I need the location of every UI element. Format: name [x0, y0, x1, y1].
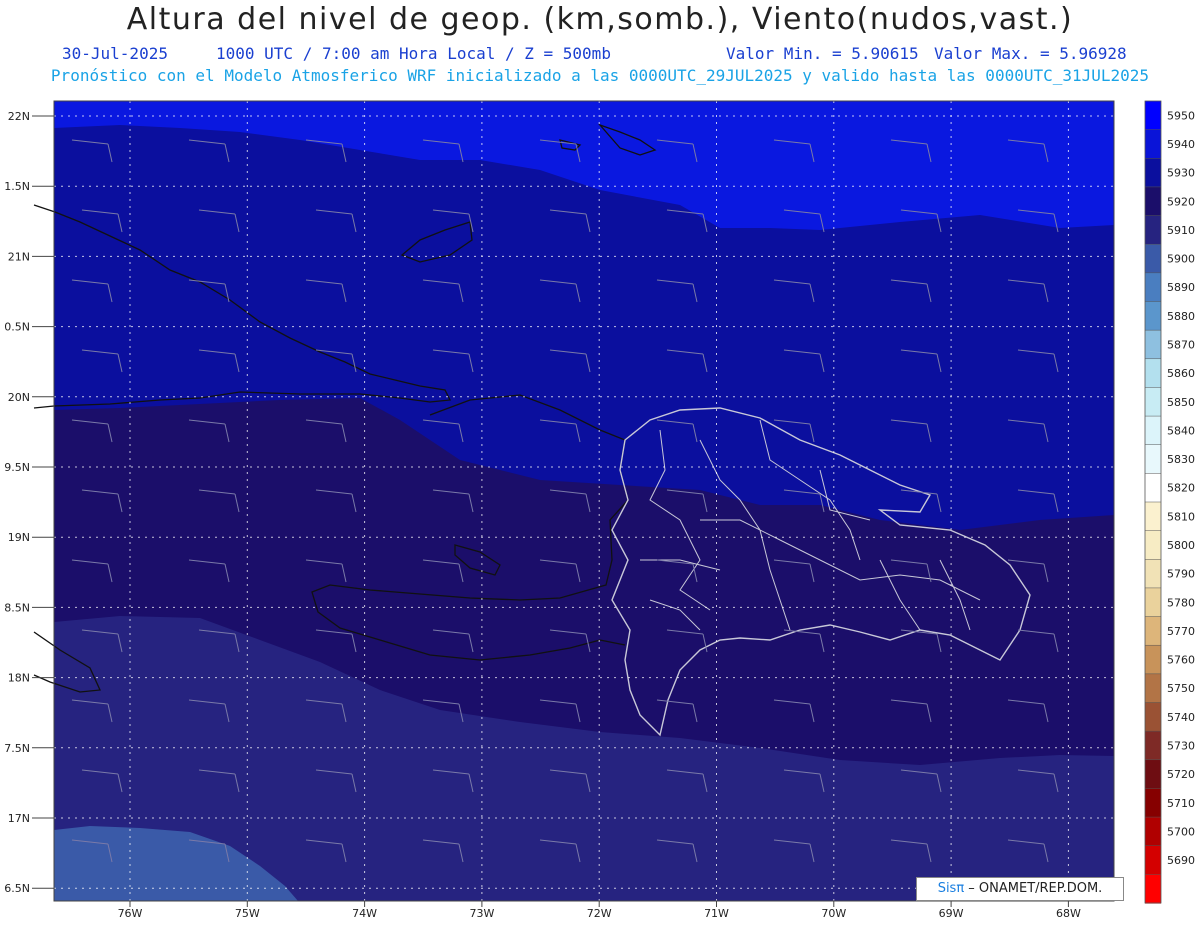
colorbar-swatch	[1145, 301, 1161, 331]
colorbar-label: 5810	[1167, 510, 1195, 523]
colorbar-swatch	[1145, 874, 1161, 904]
colorbar-swatch	[1145, 330, 1161, 360]
colorbar-label: 5780	[1167, 596, 1195, 609]
lon-label: 69W	[939, 907, 964, 920]
longitude-labels: 76W 75W 74W 73W 72W 71W 70W 69W 68W	[118, 901, 1081, 920]
lon-label: 73W	[469, 907, 494, 920]
colorbar-swatch	[1145, 129, 1161, 159]
time-label: 1000 UTC / 7:00 am Hora Local / Z = 500m…	[216, 44, 611, 63]
colorbar-label: 5700	[1167, 825, 1195, 838]
colorbar-label: 5910	[1167, 224, 1195, 237]
colorbar-label: 5860	[1167, 367, 1195, 380]
lon-label: 72W	[587, 907, 612, 920]
colorbar-swatch	[1145, 817, 1161, 847]
colorbar-swatch	[1145, 101, 1161, 131]
colorbar-swatch	[1145, 416, 1161, 446]
colorbar-label: 5760	[1167, 654, 1195, 667]
lon-label: 68W	[1056, 907, 1081, 920]
colorbar-label: 5770	[1167, 625, 1195, 638]
colorbar-swatch	[1145, 845, 1161, 875]
lat-label: 22N	[8, 110, 30, 123]
colorbar-label: 5840	[1167, 424, 1195, 437]
lat-label: 20N	[8, 391, 30, 404]
colorbar-swatch	[1145, 473, 1161, 503]
lat-label: 19N	[8, 531, 30, 544]
colorbar-label: 5740	[1167, 711, 1195, 724]
date-label: 30-Jul-2025	[62, 44, 168, 63]
colorbar-label: 5930	[1167, 167, 1195, 180]
credit-org: – ONAMET/REP.DOM.	[964, 881, 1103, 896]
chart-title: Altura del nivel de geop. (km,somb.), Vi…	[126, 2, 1074, 37]
lat-label: 0.5N	[4, 321, 30, 334]
colorbar: 5950 5940 5930 5920 5910 5900 5890 5880 5870 5860…	[1144, 100, 1195, 904]
colorbar-swatch	[1145, 788, 1161, 818]
colorbar-label: 5690	[1167, 854, 1195, 867]
lat-label: 7.5N	[4, 742, 30, 755]
colorbar-label: 5720	[1167, 768, 1195, 781]
lon-label: 74W	[352, 907, 377, 920]
lon-label: 76W	[118, 907, 143, 920]
colorbar-swatch	[1145, 186, 1161, 217]
colorbar-label: 5890	[1167, 281, 1195, 294]
colorbar-label: 5900	[1167, 253, 1195, 266]
min-value: Valor Min. = 5.90615	[726, 44, 919, 63]
colorbar-swatch	[1145, 759, 1161, 790]
colorbar-label: 5800	[1167, 539, 1195, 552]
colorbar-label: 5940	[1167, 138, 1195, 151]
colorbar-swatch	[1145, 731, 1161, 761]
colorbar-label: 5920	[1167, 195, 1195, 208]
colorbar-swatch	[1145, 645, 1161, 675]
credit-brand: Sisπ	[937, 881, 965, 896]
lat-label: 21N	[8, 250, 30, 263]
lat-label: 17N	[8, 812, 30, 825]
colorbar-label: 5710	[1167, 797, 1195, 810]
colorbar-label: 5750	[1167, 682, 1195, 695]
colorbar-swatch	[1145, 272, 1161, 303]
credit-badge: Sisπ – ONAMET/REP.DOM.	[916, 877, 1124, 901]
colorbar-swatch	[1145, 444, 1161, 474]
colorbar-label: 5830	[1167, 453, 1195, 466]
lat-label: 18N	[8, 672, 30, 685]
colorbar-swatch	[1145, 673, 1161, 704]
lat-label: 8.5N	[4, 601, 30, 614]
latitude-labels: 22N 1.5N 21N 0.5N 20N 9.5N 19N 8.5N 18N 7.5N 17N 6.…	[4, 110, 54, 895]
max-value: Valor Max. = 5.96928	[934, 44, 1127, 63]
colorbar-label: 5950	[1167, 109, 1195, 122]
colorbar-swatch	[1145, 616, 1161, 646]
colorbar-swatch	[1145, 244, 1161, 274]
map-plot: 22N 1.5N 21N 0.5N 20N 9.5N 19N 8.5N 18N 7.5N 17N 6.…	[4, 100, 1195, 920]
colorbar-label: 5880	[1167, 310, 1195, 323]
lon-label: 70W	[821, 907, 846, 920]
colorbar-label: 5730	[1167, 739, 1195, 752]
lat-label: 1.5N	[4, 180, 30, 193]
colorbar-swatch	[1145, 387, 1161, 417]
lon-label: 75W	[235, 907, 260, 920]
colorbar-swatch	[1145, 587, 1161, 618]
lon-label: 71W	[704, 907, 729, 920]
lat-label: 6.5N	[4, 882, 30, 895]
colorbar-swatch	[1145, 559, 1161, 589]
colorbar-label: 5850	[1167, 396, 1195, 409]
colorbar-swatch	[1145, 502, 1161, 532]
colorbar-swatch	[1145, 530, 1161, 560]
colorbar-swatch	[1145, 158, 1161, 188]
colorbar-label: 5870	[1167, 338, 1195, 351]
colorbar-label: 5820	[1167, 482, 1195, 495]
colorbar-label: 5790	[1167, 568, 1195, 581]
model-info-line: Pronóstico con el Modelo Atmosferico WRF…	[50, 66, 1150, 85]
lat-label: 9.5N	[4, 461, 30, 474]
colorbar-swatch	[1145, 358, 1161, 389]
colorbar-swatch	[1145, 215, 1161, 245]
geopotential-shading	[54, 101, 1114, 901]
colorbar-swatch	[1145, 702, 1161, 732]
